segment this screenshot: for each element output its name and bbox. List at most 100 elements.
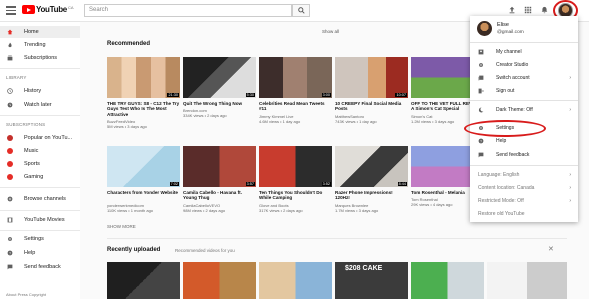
menu-item-language[interactable]: Language: English › [470, 169, 578, 181]
sidebar-divider [0, 187, 80, 188]
search-input[interactable]: Search [84, 4, 292, 17]
search-button[interactable] [292, 4, 310, 17]
svg-text:?: ? [9, 251, 11, 255]
sidebar-item-browse-channels[interactable]: Browse channels [0, 193, 80, 205]
menu-item-label: Sign out [496, 88, 515, 94]
video-title[interactable]: Quit The Wrong Thing Now [183, 101, 256, 106]
video-thumbnail[interactable] [259, 262, 332, 299]
search-icon [298, 7, 305, 14]
sidebar-item-watch-later[interactable]: Watch later [0, 99, 80, 111]
youtube-play-icon [22, 5, 35, 14]
video-thumbnail[interactable]: $208 CAKE [335, 262, 408, 299]
video-title[interactable]: Camila Cabello - Havana ft. Young Thug [183, 190, 256, 201]
menu-item-label: Restore old YouTube [478, 211, 525, 217]
sidebar-item-settings[interactable]: Settings [0, 233, 80, 245]
sidebar-item-home[interactable]: Home [0, 26, 80, 38]
video-thumbnail[interactable]: 10:07 [335, 57, 408, 98]
menu-item-label: Send feedback [496, 152, 530, 158]
menu-item-restricted-mode[interactable]: Restricted Mode: Off › [470, 195, 578, 207]
video-thumbnail[interactable]: 3:52 [259, 146, 332, 187]
menu-item-dark-theme[interactable]: Dark Theme: Off › [470, 104, 578, 116]
switch-account-icon [478, 75, 484, 81]
menu-item-restore-old-youtube[interactable]: Restore old YouTube [470, 208, 578, 220]
menu-divider [470, 165, 578, 166]
video-duration: 7:02 [169, 182, 179, 186]
sign-out-icon [478, 88, 484, 94]
bell-icon[interactable] [541, 6, 548, 14]
sidebar-item-help[interactable]: ? Help [0, 247, 80, 259]
recently-uploaded-title: Recently uploaded [107, 247, 161, 253]
video-meta: MatthewSantoro 743K views • 1 day ago [335, 114, 377, 124]
video-duration: 5:30 [245, 93, 255, 97]
recently-uploaded-subtitle: Recommended videos for you [175, 248, 235, 253]
menu-item-my-channel[interactable]: My channel [470, 46, 578, 58]
video-title[interactable]: Razer Phone Impressions! 120Hz! [335, 190, 408, 201]
sidebar-item-subscriptions[interactable]: Subscriptions [0, 52, 80, 64]
annotation-oval-settings [464, 120, 546, 137]
video-title[interactable]: Ten Things You Shouldn't Do While Campin… [259, 190, 332, 201]
sidebar-item-history[interactable]: History [0, 85, 80, 97]
sidebar-item-label: YouTube Movies [24, 217, 65, 223]
menu-item-label: Creator Studio [496, 62, 529, 68]
video-title[interactable]: THE TRY GUYS: S8 - C12 The Try Guys Test… [107, 101, 180, 117]
video-thumbnail[interactable]: 3:00 [259, 57, 332, 98]
sidebar-divider [0, 230, 80, 231]
sidebar-footer-links[interactable]: About Press Copyright [6, 292, 46, 297]
sidebar-item-label: Home [24, 29, 39, 35]
menu-divider [470, 100, 578, 101]
gear-icon [479, 63, 483, 67]
close-icon[interactable]: ✕ [548, 245, 554, 253]
video-thumbnail[interactable] [107, 262, 180, 299]
youtube-logo[interactable]: YouTube CA [22, 5, 74, 14]
chevron-right-icon: › [569, 198, 571, 204]
sidebar-divider [0, 210, 80, 211]
menu-item-send-feedback[interactable]: Send feedback [470, 149, 578, 161]
video-thumbnail[interactable]: 3:57 [183, 146, 256, 187]
sidebar-item-sports[interactable]: Sports [0, 158, 80, 170]
sidebar-item-label: Watch later [24, 102, 52, 108]
video-duration: 8:44 [397, 182, 407, 186]
video-thumbnail[interactable]: 8:44 [335, 146, 408, 187]
video-thumbnail[interactable] [487, 262, 567, 299]
sidebar-item-music[interactable]: Music [0, 145, 80, 157]
menu-item-label: Dark Theme: Off [496, 107, 533, 113]
video-title[interactable]: Characters from Yonder Website [107, 190, 180, 195]
menu-item-creator-studio[interactable]: Creator Studio [470, 59, 578, 71]
sidebar-item-popular[interactable]: Popular on YouTu... [0, 132, 80, 144]
show-all-link[interactable]: Show all [322, 29, 339, 34]
help-icon: ? [478, 138, 484, 144]
menu-item-label: My channel [496, 49, 522, 55]
video-thumbnail[interactable]: 7:02 [107, 146, 180, 187]
video-title[interactable]: Celebrities Read Mean Tweets #11 [259, 101, 332, 112]
video-title[interactable]: 10 CREEPY Final Social Media Posts [335, 101, 408, 112]
video-thumbnail[interactable] [411, 262, 484, 299]
account-dropdown: Elise @gmail.com My channel Creator Stud… [470, 16, 578, 222]
video-meta: CamilaCabelloVEVO 98M views • 2 days ago [183, 203, 226, 213]
channel-avatar-icon [7, 161, 13, 167]
chevron-right-icon: › [569, 75, 571, 81]
video-thumbnail[interactable] [183, 262, 256, 299]
moon-icon [478, 107, 484, 113]
menu-item-switch-account[interactable]: Switch account › [470, 72, 578, 84]
upload-icon[interactable] [508, 6, 516, 14]
video-duration: 3:52 [321, 182, 331, 186]
menu-item-sign-out[interactable]: Sign out [470, 85, 578, 97]
video-meta: yonderwerkmedicom 110K views • 1 month a… [107, 203, 154, 213]
video-thumbnail[interactable]: 21:30 [107, 57, 180, 98]
video-duration: 21:30 [167, 93, 179, 97]
menu-item-content-location[interactable]: Content location: Canada › [470, 182, 578, 194]
film-icon [7, 217, 13, 223]
sidebar-item-gaming[interactable]: Gaming [0, 171, 80, 183]
apps-grid-icon[interactable] [524, 6, 532, 14]
history-icon [7, 88, 13, 94]
hamburger-menu-icon[interactable] [6, 6, 16, 15]
video-meta: Jimmy Kimmel Live 4.6M views • 1 day ago [259, 114, 301, 124]
sidebar-item-youtube-movies[interactable]: YouTube Movies [0, 214, 80, 226]
show-more-button[interactable]: SHOW MORE [107, 224, 136, 229]
sidebar-item-trending[interactable]: Trending [0, 39, 80, 51]
sidebar-item-send-feedback[interactable]: Send feedback [0, 261, 80, 273]
video-thumbnail[interactable]: 5:30 [183, 57, 256, 98]
menu-item-help[interactable]: ? Help [470, 135, 578, 147]
menu-item-label: Language: English [478, 172, 520, 178]
help-icon: ? [7, 250, 13, 256]
